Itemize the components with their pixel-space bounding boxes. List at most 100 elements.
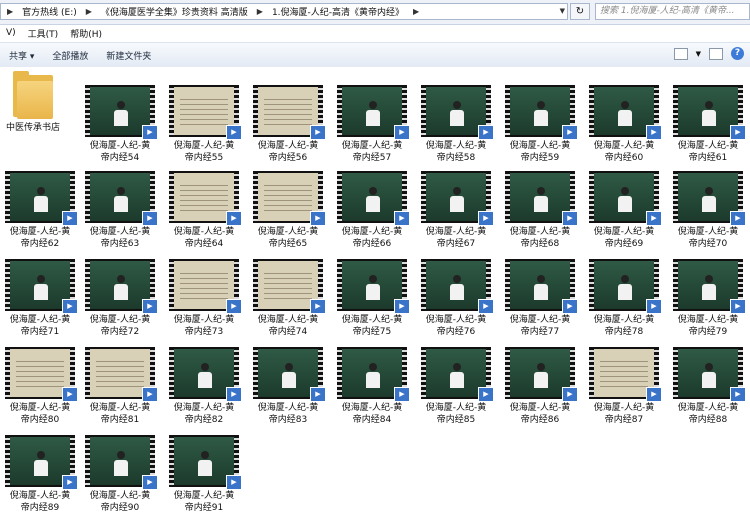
video-file-item[interactable]: ▶ 倪海厦-人纪-黄 帝内经56: [248, 85, 328, 164]
view-options-icon[interactable]: [673, 47, 688, 60]
video-thumbnail: ▶: [169, 435, 242, 490]
video-file-item[interactable]: ▶ 倪海厦-人纪-黄 帝内经89: [0, 435, 80, 514]
file-label-line2: 帝内经64: [184, 239, 224, 249]
video-thumbnail: ▶: [169, 347, 242, 402]
video-file-item[interactable]: ▶ 倪海厦-人纪-黄 帝内经87: [584, 347, 664, 426]
refresh-button[interactable]: ↻: [570, 3, 590, 20]
file-label: 倪海厦-人纪-黄 帝内经54: [80, 140, 160, 164]
video-thumbnail: ▶: [589, 171, 662, 226]
video-file-item[interactable]: ▶ 倪海厦-人纪-黄 帝内经88: [668, 347, 748, 426]
preview-pane-icon[interactable]: [709, 47, 723, 60]
media-player-icon: ▶: [394, 387, 410, 402]
chevron-down-icon[interactable]: ▼: [560, 7, 565, 15]
file-label: 倪海厦-人纪-黄 帝内经74: [248, 314, 328, 338]
video-file-item[interactable]: ▶ 倪海厦-人纪-黄 帝内经80: [0, 347, 80, 426]
folder-item[interactable]: 中医传承书店: [0, 71, 66, 134]
address-bar[interactable]: ▶ 官方热线 (E:) ▶ 《倪海厦医学全集》珍贵资料 高清版 ▶ 1.倪海厦-…: [0, 3, 568, 20]
video-file-item[interactable]: ▶ 倪海厦-人纪-黄 帝内经55: [164, 85, 244, 164]
chevron-right-icon[interactable]: ▶: [407, 7, 425, 16]
video-file-item[interactable]: ▶ 倪海厦-人纪-黄 帝内经83: [248, 347, 328, 426]
media-player-icon: ▶: [310, 299, 326, 314]
file-label-line1: 倪海厦-人纪-黄: [89, 141, 151, 151]
breadcrumb-collection[interactable]: 《倪海厦医学全集》珍贵资料 高清版: [98, 5, 251, 18]
video-file-item[interactable]: ▶ 倪海厦-人纪-黄 帝内经57: [332, 85, 412, 164]
menu-tools[interactable]: 工具(T): [22, 27, 65, 40]
video-file-item[interactable]: ▶ 倪海厦-人纪-黄 帝内经66: [332, 171, 412, 250]
video-file-item[interactable]: ▶ 倪海厦-人纪-黄 帝内经74: [248, 259, 328, 338]
video-file-item[interactable]: ▶ 倪海厦-人纪-黄 帝内经72: [80, 259, 160, 338]
video-thumbnail: ▶: [589, 347, 662, 402]
share-button[interactable]: 共享 ▾: [0, 49, 43, 62]
video-file-item[interactable]: ▶ 倪海厦-人纪-黄 帝内经84: [332, 347, 412, 426]
file-label-line2: 帝内经69: [604, 239, 644, 249]
media-player-icon: ▶: [142, 387, 158, 402]
video-file-item[interactable]: ▶ 倪海厦-人纪-黄 帝内经81: [80, 347, 160, 426]
new-folder-button[interactable]: 新建文件夹: [97, 49, 160, 62]
lecturer-figure: [618, 187, 632, 213]
video-file-item[interactable]: ▶ 倪海厦-人纪-黄 帝内经82: [164, 347, 244, 426]
video-file-item[interactable]: ▶ 倪海厦-人纪-黄 帝内经90: [80, 435, 160, 514]
video-file-item[interactable]: ▶ 倪海厦-人纪-黄 帝内经68: [500, 171, 580, 250]
file-label-line2: 帝内经59: [520, 153, 560, 163]
file-label-line1: 倪海厦-人纪-黄: [257, 403, 319, 413]
file-label-line1: 倪海厦-人纪-黄: [89, 403, 151, 413]
thumbnail-frame: [174, 261, 234, 309]
file-label-line1: 倪海厦-人纪-黄: [173, 141, 235, 151]
search-input[interactable]: 搜索 1.倪海厦-人纪-高清《黄帝...: [595, 3, 750, 20]
video-file-item[interactable]: ▶ 倪海厦-人纪-黄 帝内经67: [416, 171, 496, 250]
video-file-item[interactable]: ▶ 倪海厦-人纪-黄 帝内经69: [584, 171, 664, 250]
video-file-item[interactable]: ▶ 倪海厦-人纪-黄 帝内经59: [500, 85, 580, 164]
video-file-item[interactable]: ▶ 倪海厦-人纪-黄 帝内经85: [416, 347, 496, 426]
lecturer-figure: [534, 363, 548, 389]
video-file-item[interactable]: ▶ 倪海厦-人纪-黄 帝内经77: [500, 259, 580, 338]
slide-text-lines: [180, 181, 228, 211]
thumbnail-frame: [510, 87, 570, 135]
play-all-button[interactable]: 全部播放: [43, 49, 97, 62]
thumbnail-frame: [10, 173, 70, 221]
help-icon[interactable]: ?: [731, 47, 744, 60]
file-label: 倪海厦-人纪-黄 帝内经71: [0, 314, 80, 338]
video-file-item[interactable]: ▶ 倪海厦-人纪-黄 帝内经62: [0, 171, 80, 250]
breadcrumb-drive[interactable]: 官方热线 (E:): [19, 5, 80, 18]
video-file-item[interactable]: ▶ 倪海厦-人纪-黄 帝内经63: [80, 171, 160, 250]
chevron-down-icon[interactable]: ▼: [696, 50, 701, 58]
video-file-item[interactable]: ▶ 倪海厦-人纪-黄 帝内经60: [584, 85, 664, 164]
video-file-item[interactable]: ▶ 倪海厦-人纪-黄 帝内经54: [80, 85, 160, 164]
video-file-item[interactable]: ▶ 倪海厦-人纪-黄 帝内经91: [164, 435, 244, 514]
video-file-item[interactable]: ▶ 倪海厦-人纪-黄 帝内经71: [0, 259, 80, 338]
video-file-item[interactable]: ▶ 倪海厦-人纪-黄 帝内经86: [500, 347, 580, 426]
file-label-line2: 帝内经61: [688, 153, 728, 163]
file-label-line1: 倪海厦-人纪-黄: [677, 227, 739, 237]
video-thumbnail: ▶: [421, 347, 494, 402]
thumbnail-frame: [90, 87, 150, 135]
video-file-item[interactable]: ▶ 倪海厦-人纪-黄 帝内经75: [332, 259, 412, 338]
video-file-item[interactable]: ▶ 倪海厦-人纪-黄 帝内经70: [668, 171, 748, 250]
chevron-right-icon[interactable]: ▶: [251, 7, 269, 16]
thumbnail-frame: [90, 173, 150, 221]
video-file-item[interactable]: ▶ 倪海厦-人纪-黄 帝内经78: [584, 259, 664, 338]
thumbnail-frame: [678, 87, 738, 135]
video-thumbnail: ▶: [169, 259, 242, 314]
video-file-item[interactable]: ▶ 倪海厦-人纪-黄 帝内经76: [416, 259, 496, 338]
video-file-item[interactable]: ▶ 倪海厦-人纪-黄 帝内经58: [416, 85, 496, 164]
video-file-item[interactable]: ▶ 倪海厦-人纪-黄 帝内经79: [668, 259, 748, 338]
video-file-item[interactable]: ▶ 倪海厦-人纪-黄 帝内经65: [248, 171, 328, 250]
file-label-line2: 帝内经68: [520, 239, 560, 249]
menu-view[interactable]: V): [0, 28, 22, 38]
file-label-line2: 帝内经83: [268, 415, 308, 425]
video-thumbnail: ▶: [673, 347, 746, 402]
menu-help[interactable]: 帮助(H): [64, 27, 108, 40]
file-label-line2: 帝内经77: [520, 327, 560, 337]
video-file-item[interactable]: ▶ 倪海厦-人纪-黄 帝内经61: [668, 85, 748, 164]
breadcrumb-current-folder[interactable]: 1.倪海厦-人纪-高清《黄帝内经》: [269, 5, 407, 18]
file-label-line1: 倪海厦-人纪-黄: [341, 141, 403, 151]
media-player-icon: ▶: [142, 299, 158, 314]
video-file-item[interactable]: ▶ 倪海厦-人纪-黄 帝内经73: [164, 259, 244, 338]
file-label-line2: 帝内经88: [688, 415, 728, 425]
file-label-line2: 帝内经82: [184, 415, 224, 425]
video-file-item[interactable]: ▶ 倪海厦-人纪-黄 帝内经64: [164, 171, 244, 250]
file-label-line2: 帝内经63: [100, 239, 140, 249]
video-thumbnail: ▶: [505, 85, 578, 140]
chevron-right-icon[interactable]: ▶: [80, 7, 98, 16]
video-thumbnail: ▶: [337, 171, 410, 226]
